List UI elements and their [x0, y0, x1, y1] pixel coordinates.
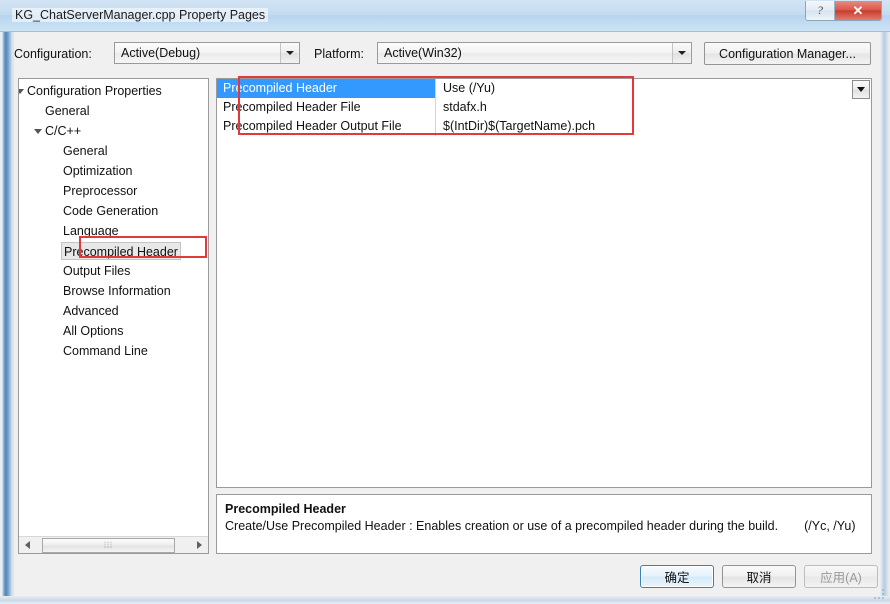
tree-item-c-c[interactable]: C/C++: [19, 121, 208, 141]
window-frame-right: [880, 0, 890, 604]
tree-item-code-generation[interactable]: Code Generation: [19, 201, 208, 221]
window-frame-bottom: [0, 596, 890, 604]
configuration-value: Active(Debug): [121, 46, 201, 60]
tree-item-label: Precompiled Header: [61, 242, 181, 260]
platform-combobox[interactable]: Active(Win32): [377, 42, 692, 64]
property-pages-dialog: KG_ChatServerManager.cpp Property Pages …: [0, 0, 890, 604]
property-name: Precompiled Header: [217, 79, 435, 98]
title-bar[interactable]: KG_ChatServerManager.cpp Property Pages …: [0, 0, 890, 32]
tree-item-configuration-properties[interactable]: Configuration Properties: [19, 81, 208, 101]
configuration-toolbar: Configuration: Active(Debug) Platform: A…: [14, 40, 880, 70]
ok-button[interactable]: 确定: [640, 565, 714, 588]
property-row[interactable]: Precompiled Header File stdafx.h: [217, 98, 871, 117]
cancel-button[interactable]: 取消: [722, 565, 796, 588]
expander-triangle-icon[interactable]: [31, 121, 45, 141]
property-value[interactable]: stdafx.h: [435, 98, 871, 117]
property-value[interactable]: Use (/Yu): [435, 79, 871, 98]
tree-item-label: General: [45, 104, 90, 118]
tree-item-precompiled-header[interactable]: Precompiled Header: [19, 241, 208, 261]
scroll-thumb[interactable]: ⦙⦙⦙: [42, 537, 175, 553]
tree-item-optimization[interactable]: Optimization: [19, 161, 208, 181]
tree-item-browse-information[interactable]: Browse Information: [19, 281, 208, 301]
apply-button: 应用(A): [804, 565, 878, 588]
tree-item-advanced[interactable]: Advanced: [19, 301, 208, 321]
configuration-tree[interactable]: Configuration Properties General C/C++ Gene…: [18, 78, 209, 554]
tree-item-preprocessor[interactable]: Preprocessor: [19, 181, 208, 201]
property-name: Precompiled Header Output File: [223, 119, 402, 133]
description-text: Create/Use Precompiled Header : Enables …: [225, 519, 779, 533]
tree-horizontal-scrollbar[interactable]: ⦙⦙⦙: [19, 536, 208, 553]
tree-item-label: C/C++: [45, 124, 82, 138]
property-value[interactable]: $(IntDir)$(TargetName).pch: [435, 117, 871, 136]
help-icon[interactable]: ?: [806, 1, 835, 20]
tree-item-label: Configuration Properties: [27, 84, 162, 98]
title-bar-buttons: ? ✕: [805, 1, 882, 21]
tree-item-label: All Options: [63, 324, 124, 338]
property-name: Precompiled Header File: [223, 100, 361, 114]
scroll-right-icon[interactable]: [191, 536, 208, 553]
tree-item-command-line[interactable]: Command Line: [19, 341, 208, 361]
tree-item-label: Browse Information: [63, 284, 171, 298]
configuration-combobox[interactable]: Active(Debug): [114, 42, 300, 64]
description-title: Precompiled Header: [225, 502, 346, 516]
tree-item-label: Output Files: [63, 264, 131, 278]
tree-item-label: General: [63, 144, 108, 158]
platform-value: Active(Win32): [384, 46, 462, 60]
tree-item-label: Optimization: [63, 164, 133, 178]
window-frame-left: [0, 0, 14, 604]
tree-list: Configuration Properties General C/C++ Gene…: [19, 79, 208, 361]
tree-item-language[interactable]: Language: [19, 221, 208, 241]
tree-item-label: Advanced: [63, 304, 119, 318]
tree-item-label: Command Line: [63, 344, 148, 358]
property-grid[interactable]: Precompiled Header Use (/Yu) Precompiled H…: [216, 78, 872, 488]
tree-item-all-options[interactable]: All Options: [19, 321, 208, 341]
scroll-track[interactable]: ⦙⦙⦙: [36, 536, 191, 553]
description-flags: (/Yc, /Yu): [804, 519, 856, 533]
tree-item-label: Language: [63, 224, 119, 238]
configuration-manager-button[interactable]: Configuration Manager...: [704, 42, 871, 65]
description-panel: Precompiled Header Create/Use Precompile…: [216, 494, 872, 554]
tree-item-label: Code Generation: [63, 204, 159, 218]
platform-label: Platform:: [314, 47, 365, 61]
chevron-down-icon[interactable]: [280, 43, 298, 63]
tree-item-label: Preprocessor: [63, 184, 138, 198]
property-row[interactable]: Precompiled Header Output File $(IntDir)$…: [217, 117, 871, 136]
description-body: Create/Use Precompiled Header : Enables …: [225, 518, 863, 535]
tree-item-output-files[interactable]: Output Files: [19, 261, 208, 281]
grid-rows: Precompiled Header Use (/Yu) Precompiled H…: [217, 79, 871, 136]
expander-triangle-icon[interactable]: [19, 81, 27, 101]
close-icon[interactable]: ✕: [835, 1, 881, 20]
scroll-left-icon[interactable]: [19, 536, 36, 553]
resize-grip-icon[interactable]: [874, 589, 886, 601]
chevron-down-icon[interactable]: [672, 43, 690, 63]
configuration-label: Configuration:: [14, 47, 92, 61]
window-title: KG_ChatServerManager.cpp Property Pages: [12, 8, 269, 22]
tree-item-general[interactable]: General: [19, 141, 208, 161]
tree-item-general[interactable]: General: [19, 101, 208, 121]
property-row[interactable]: Precompiled Header Use (/Yu): [217, 79, 871, 98]
